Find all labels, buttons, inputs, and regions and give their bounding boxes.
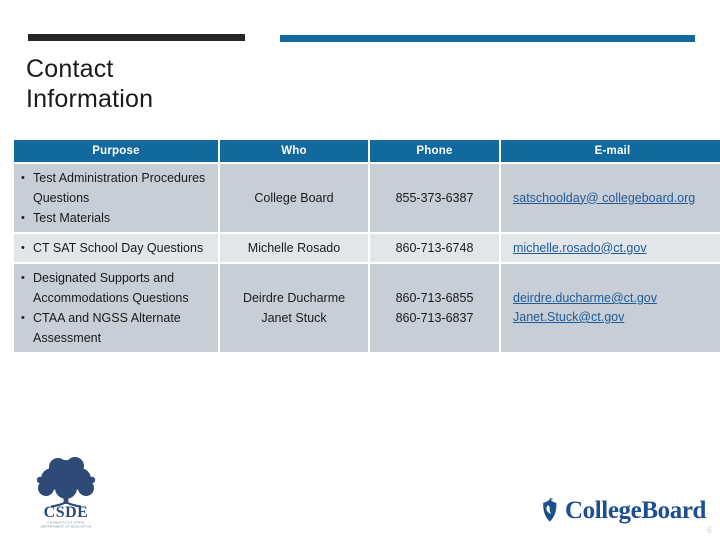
who-name: Michelle Rosado [247,241,341,255]
svg-text:CSDE: CSDE [44,504,89,521]
phone-number: 860-713-6748 [395,241,474,255]
cell-who: Deirdre Ducharme Janet Stuck [220,264,368,352]
who-name: College Board [254,191,334,205]
cell-purpose: CT SAT School Day Questions [14,234,218,262]
purpose-bullet-list: Test Administration Procedures Questions… [20,168,216,228]
column-header-phone: Phone [370,140,499,162]
phone-number: 860-713-6855 [395,291,474,305]
college-board-wordmark: CollegeBoard [565,496,707,524]
contact-information-table: Purpose Who Phone E-mail Test Administra… [12,138,720,354]
table-row: Designated Supports and Accommodations Q… [14,264,720,352]
email-link[interactable]: michelle.rosado@ct.gov [513,239,716,258]
email-link[interactable]: satschoolday@ collegeboard.org [513,189,716,208]
list-item: CT SAT School Day Questions [20,238,216,258]
list-item: CTAA and NGSS Alternate Assessment [20,308,216,348]
title-rule-blue [280,35,695,42]
slide-title: Contact Information [26,55,154,113]
purpose-bullet-list: CT SAT School Day Questions [20,238,216,258]
title-rule-dark [28,34,245,41]
acorn-icon [543,497,557,522]
column-header-purpose: Purpose [14,140,218,162]
email-link[interactable]: deirdre.ducharme@ct.gov [513,289,716,308]
svg-text:DEPARTMENT OF EDUCATION: DEPARTMENT OF EDUCATION [41,525,92,529]
who-name: Janet Stuck [261,311,327,325]
list-item: Designated Supports and Accommodations Q… [20,268,216,308]
cell-phone: 860-713-6855 860-713-6837 [370,264,499,352]
cell-purpose: Designated Supports and Accommodations Q… [14,264,218,352]
table-row: CT SAT School Day Questions Michelle Ros… [14,234,720,262]
cell-purpose: Test Administration Procedures Questions… [14,164,218,232]
cell-phone: 855-373-6387 [370,164,499,232]
csde-tree-icon: CSDE CONNECTICUT STATE DEPARTMENT OF EDU… [36,457,96,529]
table-header-row: Purpose Who Phone E-mail [14,140,720,162]
phone-number: 860-713-6837 [395,311,474,325]
column-header-email: E-mail [501,140,720,162]
column-header-who: Who [220,140,368,162]
purpose-bullet-list: Designated Supports and Accommodations Q… [20,268,216,348]
cell-phone: 860-713-6748 [370,234,499,262]
college-board-logo: CollegeBoard [538,495,706,525]
cell-email: deirdre.ducharme@ct.gov Janet.Stuck@ct.g… [501,264,720,352]
cell-email: satschoolday@ collegeboard.org [501,164,720,232]
email-link[interactable]: Janet.Stuck@ct.gov [513,308,716,327]
cell-email: michelle.rosado@ct.gov [501,234,720,262]
csde-logo: CSDE CONNECTICUT STATE DEPARTMENT OF EDU… [30,452,102,530]
list-item: Test Materials [20,208,216,228]
cell-who: Michelle Rosado [220,234,368,262]
slide-number: 6 [706,525,712,535]
list-item: Test Administration Procedures Questions [20,168,216,208]
phone-number: 855-373-6387 [395,191,474,205]
slide-canvas: Contact Information Purpose Who Phone E-… [0,0,720,540]
table-row: Test Administration Procedures Questions… [14,164,720,232]
who-name: Deirdre Ducharme [242,291,346,305]
cell-who: College Board [220,164,368,232]
